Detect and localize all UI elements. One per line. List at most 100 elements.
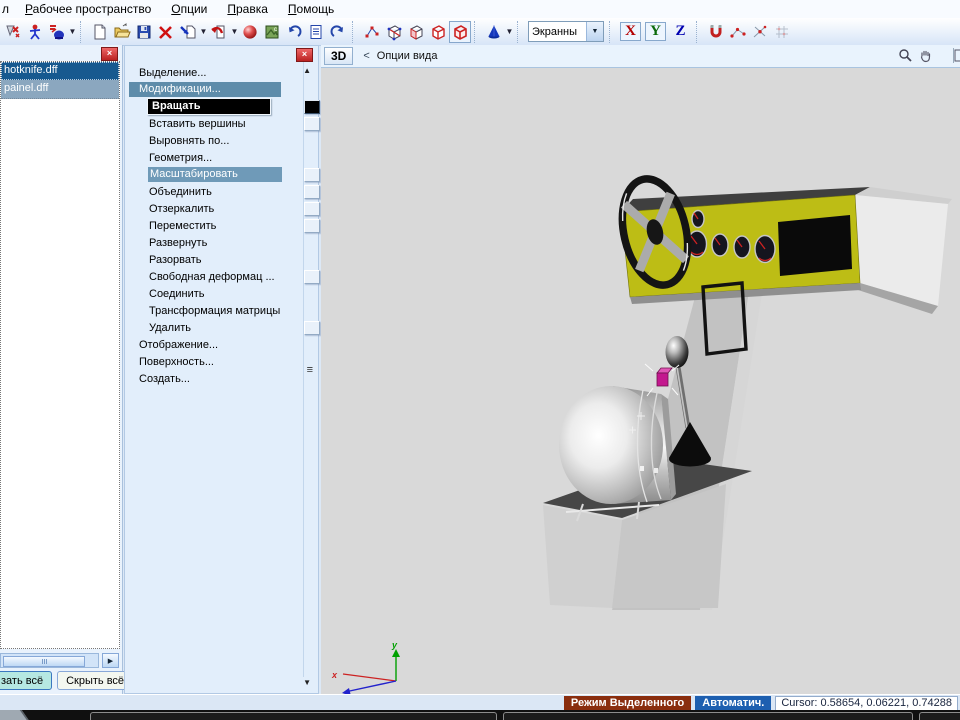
command-option-box[interactable]	[304, 185, 320, 199]
menu-item-2[interactable]: Опции	[161, 1, 217, 18]
polygons-mode-icon[interactable]	[405, 21, 427, 43]
command-item[interactable]: Масштабировать	[125, 166, 305, 183]
command-item[interactable]: Разорвать	[125, 251, 305, 268]
scroll-right-arrow-icon[interactable]: ▶	[102, 653, 119, 668]
cone-axes-icon[interactable]	[483, 21, 505, 43]
command-option-box[interactable]	[304, 117, 320, 131]
command-label: Выровнять по...	[149, 135, 229, 147]
command-item[interactable]: Создать...	[125, 370, 305, 387]
export-icon[interactable]	[208, 21, 230, 43]
command-item[interactable]: Трансформация матрицы	[125, 302, 305, 319]
snap-edges-icon[interactable]	[749, 21, 771, 43]
material-editor-icon[interactable]	[239, 21, 261, 43]
command-option-box[interactable]	[304, 100, 320, 114]
command-item[interactable]: Поверхность...	[125, 353, 305, 370]
scroll-down-icon[interactable]: ▼	[303, 678, 311, 687]
texture-browser-icon[interactable]: c	[261, 21, 283, 43]
command-item[interactable]: Переместить	[125, 217, 305, 234]
command-option-box[interactable]	[304, 321, 320, 335]
shifter-knob[interactable]	[666, 336, 689, 368]
axis-x-button[interactable]: X	[620, 22, 641, 41]
redo-icon[interactable]	[327, 21, 349, 43]
viewport-canvas[interactable]: y x z	[321, 68, 960, 695]
taskbar-button[interactable]	[919, 712, 960, 720]
dashboard-screen[interactable]	[778, 215, 852, 276]
command-option-box[interactable]	[304, 270, 320, 284]
axis-label-x: x	[331, 670, 338, 680]
command-option-box[interactable]	[304, 202, 320, 216]
view-mode-button[interactable]: 3D	[324, 47, 353, 65]
cone-dropdown-caret-icon[interactable]: ▼	[505, 27, 514, 36]
object-filter-icon[interactable]	[46, 21, 68, 43]
viewport-3d[interactable]: 3D < Опции вида	[321, 45, 960, 695]
scrollbar-track[interactable]	[0, 653, 99, 668]
view-options-label[interactable]: Опции вида	[377, 50, 438, 62]
file-list: hotknife.dffpainel.dff	[0, 61, 120, 649]
undo-icon[interactable]	[283, 21, 305, 43]
file-item[interactable]: hotknife.dff	[1, 62, 119, 80]
snap-grid-icon[interactable]	[771, 21, 793, 43]
command-list: Выделение...Модификации...Вращать Вставит…	[125, 64, 305, 387]
command-item[interactable]: Соединить	[125, 285, 305, 302]
bones-figure-icon[interactable]	[24, 21, 46, 43]
menu-item-0[interactable]: л	[0, 1, 15, 18]
import-icon[interactable]	[177, 21, 199, 43]
edges-mode-icon[interactable]	[383, 21, 405, 43]
scrollbar-thumb[interactable]	[3, 656, 85, 667]
command-item[interactable]: Вставить вершины	[125, 115, 305, 132]
command-item[interactable]: Геометрия...	[125, 149, 305, 166]
menu-item-3[interactable]: Правка	[217, 1, 278, 18]
command-option-box[interactable]	[304, 168, 320, 182]
close-icon[interactable]: ×	[296, 48, 313, 62]
open-file-icon[interactable]	[111, 21, 133, 43]
axis-y-button[interactable]: Y	[645, 22, 666, 41]
menu-item-4[interactable]: Помощь	[278, 1, 344, 18]
chevron-down-icon[interactable]: ▼	[586, 22, 603, 41]
reference-frame-value: Экранны	[529, 26, 586, 38]
command-item[interactable]: Свободная деформац ...	[125, 268, 305, 285]
import-dropdown-caret-icon[interactable]: ▼	[199, 27, 208, 36]
taskbar-button[interactable]	[503, 712, 913, 720]
scroll-grip-icon[interactable]: ≡	[307, 364, 313, 376]
command-option-box[interactable]	[304, 219, 320, 233]
pan-hand-icon[interactable]	[917, 47, 934, 64]
delete-icon[interactable]	[155, 21, 177, 43]
log-icon[interactable]	[305, 21, 327, 43]
command-item[interactable]: Удалить	[125, 319, 305, 336]
export-dropdown-caret-icon[interactable]: ▼	[230, 27, 239, 36]
toolbar-separator	[80, 21, 85, 43]
command-item[interactable]: Отзеркалить	[125, 200, 305, 217]
command-item[interactable]: Вращать	[125, 98, 305, 115]
show-all-button[interactable]: зать всё	[0, 671, 52, 690]
menu-item-1[interactable]: Рабочее пространство	[15, 1, 161, 18]
file-item[interactable]: painel.dff	[1, 80, 119, 99]
command-item[interactable]: Объединить	[125, 183, 305, 200]
auto-mode-indicator[interactable]: Автоматич.	[695, 696, 771, 710]
magnet-snap-icon[interactable]	[705, 21, 727, 43]
new-file-icon[interactable]	[89, 21, 111, 43]
axis-z-button[interactable]: Z	[670, 22, 691, 41]
selection-mode-indicator[interactable]: Режим Выделенного	[564, 696, 691, 710]
snap-vertices-icon[interactable]	[727, 21, 749, 43]
selection-filter-icon[interactable]	[2, 21, 24, 43]
command-label: Вставить вершины	[149, 118, 246, 130]
vertices-mode-icon[interactable]	[361, 21, 383, 43]
objects-mode-icon[interactable]	[427, 21, 449, 43]
selected-mode-icon[interactable]	[449, 21, 471, 43]
dropdown-caret-icon[interactable]: ▼	[68, 27, 77, 36]
command-item[interactable]: Выделение...	[125, 64, 305, 81]
taskbar-button[interactable]	[90, 712, 497, 720]
collapse-options-button[interactable]: <	[363, 50, 369, 62]
close-icon[interactable]: ×	[101, 47, 118, 61]
reference-frame-select[interactable]: Экранны ▼	[528, 21, 604, 42]
save-file-icon[interactable]	[133, 21, 155, 43]
zoom-tool-icon[interactable]	[897, 47, 914, 64]
hide-all-button[interactable]: Скрыть всё	[57, 671, 133, 690]
command-item[interactable]: Отображение...	[125, 336, 305, 353]
command-item[interactable]: Выровнять по...	[125, 132, 305, 149]
command-item[interactable]: Развернуть	[125, 234, 305, 251]
toolbar-separator	[609, 21, 614, 43]
horizontal-scrollbar[interactable]: ▶	[0, 652, 121, 669]
command-label: Трансформация матрицы	[149, 305, 280, 317]
command-item[interactable]: Модификации...	[125, 81, 305, 98]
